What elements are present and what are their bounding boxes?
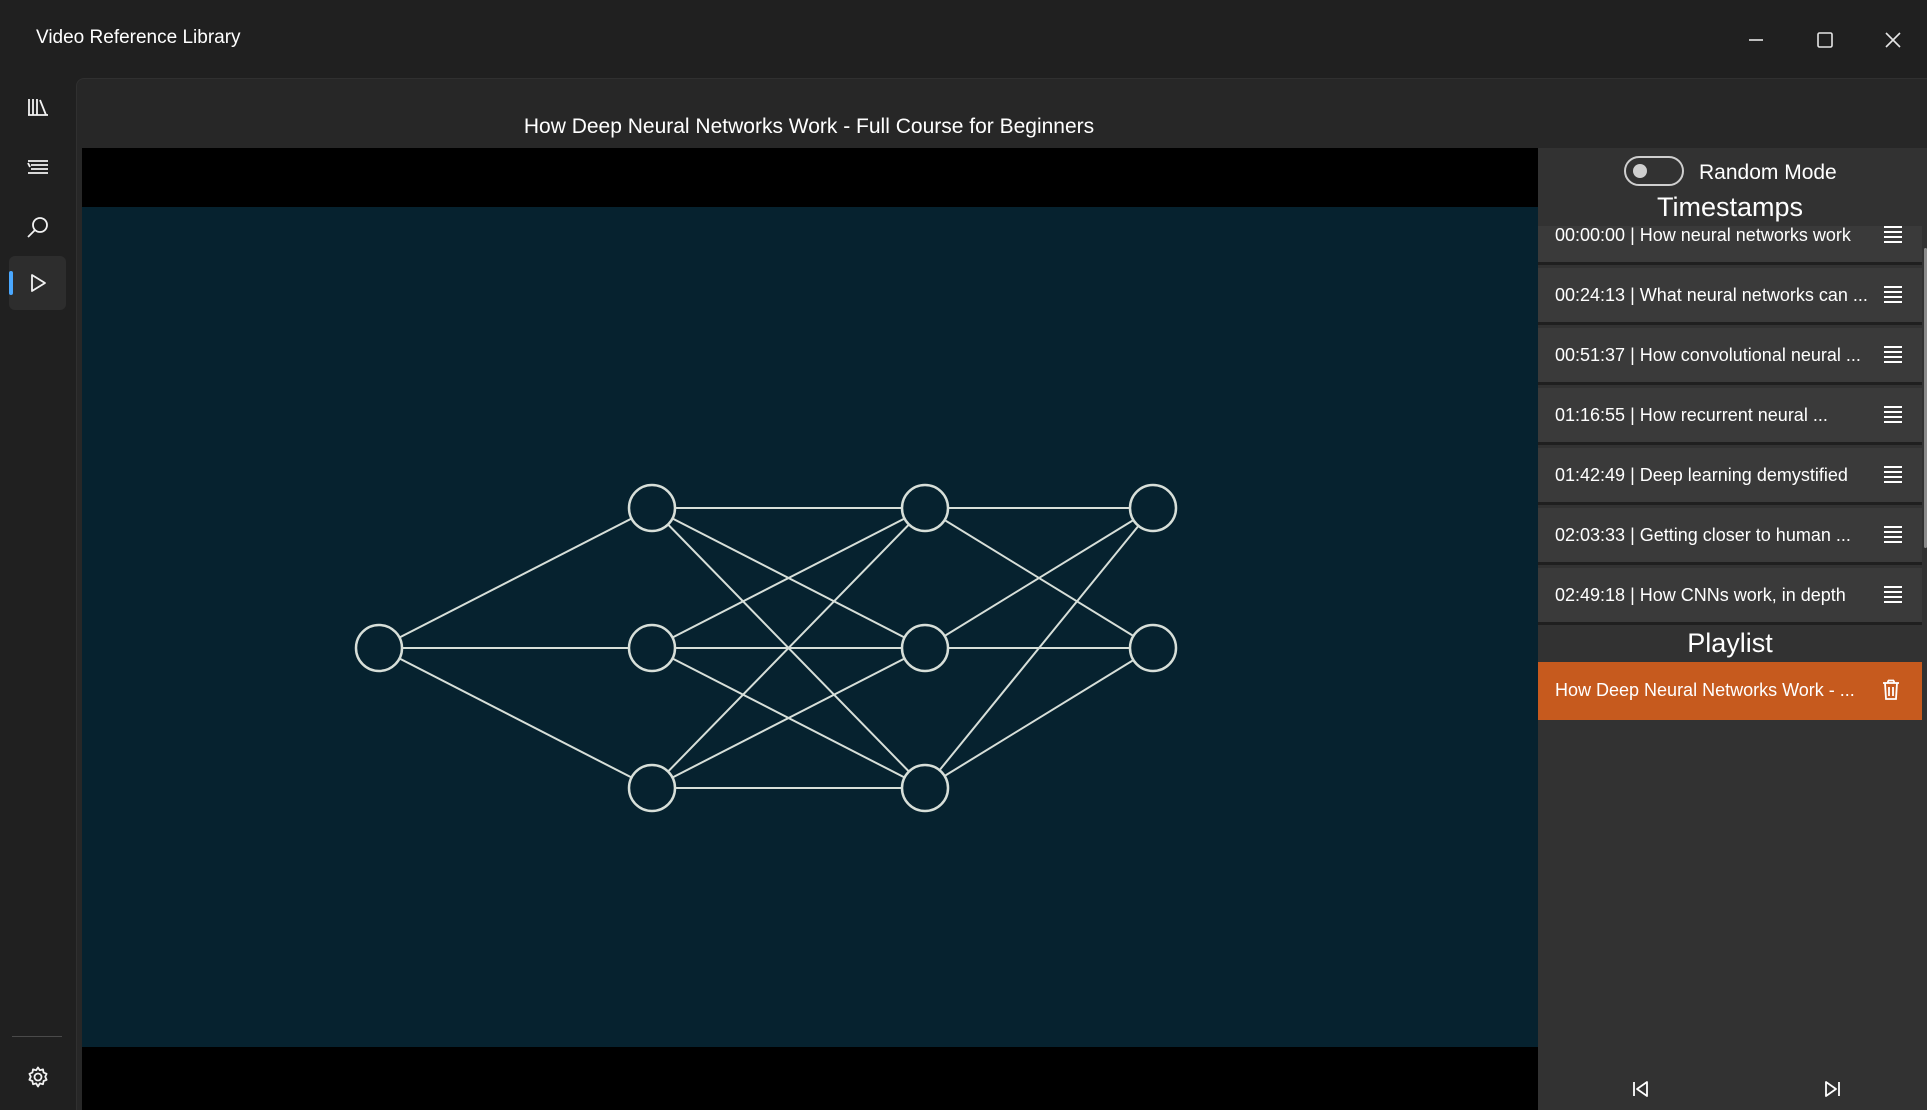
timestamp-label: 01:42:49 | Deep learning demystified <box>1555 465 1848 485</box>
app-title: Video Reference Library <box>36 27 241 48</box>
playlist-item-label: How Deep Neural Networks Work - ... <box>1555 680 1855 700</box>
playlist-item[interactable]: How Deep Neural Networks Work - ... <box>1538 662 1922 720</box>
timestamp-menu-button[interactable] <box>1882 284 1904 304</box>
random-mode-row: Random Mode <box>1538 154 1927 188</box>
timestamp-label: 02:03:33 | Getting closer to human ... <box>1555 525 1851 545</box>
maximize-icon <box>1817 32 1833 48</box>
timestamp-menu-button[interactable] <box>1882 226 1904 244</box>
random-mode-label: Random Mode <box>1699 161 1837 184</box>
hamburger-icon <box>1884 346 1902 363</box>
neural-network-diagram <box>354 483 1178 813</box>
close-icon <box>1885 32 1901 48</box>
hamburger-icon <box>1884 586 1902 603</box>
next-button[interactable] <box>1813 1072 1853 1106</box>
hamburger-icon <box>1884 466 1902 483</box>
title-bar: Video Reference Library <box>0 0 1927 78</box>
timestamp-item[interactable]: 02:03:33 | Getting closer to human ... <box>1538 508 1922 565</box>
playlist-delete-button[interactable] <box>1881 679 1901 701</box>
nav-item-player[interactable] <box>9 256 66 310</box>
app-window: Video Reference Library How Deep Neural … <box>0 0 1927 1110</box>
toggle-knob <box>1633 164 1647 178</box>
previous-button[interactable] <box>1620 1072 1660 1106</box>
timestamp-label: 00:51:37 | How convolutional neural ... <box>1555 345 1861 365</box>
play-icon <box>30 274 46 292</box>
nav-divider <box>12 1036 62 1037</box>
timestamp-label: 00:24:13 | What neural networks can ... <box>1555 285 1868 305</box>
close-button[interactable] <box>1864 20 1922 60</box>
timestamp-item[interactable]: 00:24:13 | What neural networks can ... <box>1538 268 1922 325</box>
search-icon <box>26 217 48 238</box>
network-connections <box>378 507 1154 789</box>
nav-item-search[interactable] <box>9 200 66 254</box>
video-player[interactable] <box>82 148 1538 1110</box>
nav-item-library[interactable] <box>9 80 66 134</box>
maximize-button[interactable] <box>1796 20 1854 60</box>
trash-icon <box>1883 679 1899 700</box>
navigation-rail <box>0 78 74 1110</box>
timestamps-list: 00:00:00 | How neural networks work 00:2… <box>1538 226 1922 626</box>
timestamp-menu-button[interactable] <box>1882 584 1904 604</box>
side-panel: Random Mode Timestamps 00:00:00 | How ne… <box>1538 148 1927 1110</box>
timestamp-menu-button[interactable] <box>1882 524 1904 544</box>
minimize-icon <box>1749 39 1763 41</box>
video-frame <box>82 207 1538 1047</box>
hamburger-icon <box>1884 526 1902 543</box>
timestamp-label: 00:00:00 | How neural networks work <box>1555 226 1851 245</box>
nav-item-settings[interactable] <box>9 1050 66 1104</box>
timestamp-label: 01:16:55 | How recurrent neural ... <box>1555 405 1828 425</box>
library-icon <box>27 99 48 116</box>
video-title: How Deep Neural Networks Work - Full Cou… <box>523 115 1095 138</box>
timestamp-item[interactable]: 02:49:18 | How CNNs work, in depth <box>1538 568 1922 625</box>
active-indicator <box>9 271 13 295</box>
hamburger-icon <box>1884 406 1902 423</box>
list-icon <box>26 160 48 174</box>
timestamp-item[interactable]: 00:51:37 | How convolutional neural ... <box>1538 328 1922 385</box>
timestamp-item[interactable]: 01:42:49 | Deep learning demystified <box>1538 448 1922 505</box>
timestamp-item[interactable]: 01:16:55 | How recurrent neural ... <box>1538 388 1922 445</box>
timestamp-item[interactable]: 00:00:00 | How neural networks work <box>1538 226 1922 265</box>
content-pane: How Deep Neural Networks Work - Full Cou… <box>76 78 1927 1110</box>
timestamp-label: 02:49:18 | How CNNs work, in depth <box>1555 585 1846 605</box>
skip-previous-icon <box>1633 1081 1648 1097</box>
gear-icon <box>28 1066 47 1088</box>
playlist-header: Playlist <box>1687 628 1773 658</box>
timestamp-menu-button[interactable] <box>1882 404 1904 424</box>
hamburger-icon <box>1884 286 1902 303</box>
timestamp-menu-button[interactable] <box>1882 344 1904 364</box>
hamburger-icon <box>1884 226 1902 243</box>
timestamp-menu-button[interactable] <box>1882 464 1904 484</box>
skip-next-icon <box>1825 1081 1840 1097</box>
timestamps-header: Timestamps <box>1656 192 1804 222</box>
random-mode-toggle[interactable] <box>1624 156 1684 186</box>
minimize-button[interactable] <box>1727 20 1785 60</box>
nav-item-list[interactable] <box>9 140 66 194</box>
